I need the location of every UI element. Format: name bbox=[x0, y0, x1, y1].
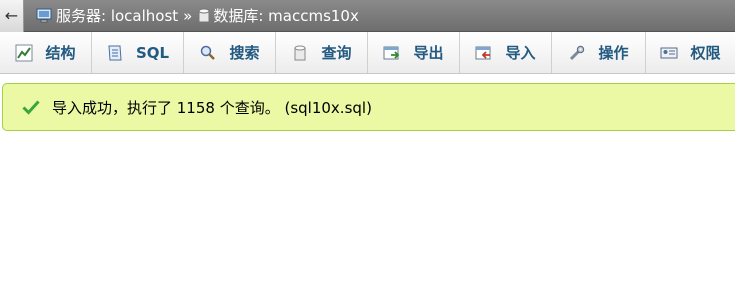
privileges-icon bbox=[660, 47, 678, 58]
tab-export-label: 导出 bbox=[413, 44, 444, 62]
checkmark-icon bbox=[22, 100, 40, 115]
tab-query-label: 查询 bbox=[321, 44, 352, 62]
query-icon bbox=[294, 45, 306, 60]
tab-search-label: 搜索 bbox=[229, 44, 260, 62]
sql-icon bbox=[108, 45, 122, 60]
server-icon bbox=[36, 8, 52, 22]
success-message: 导入成功，执行了 1158 个查询。 (sql10x.sql) bbox=[2, 83, 735, 131]
breadcrumb-server-link[interactable]: 服务器: localhost bbox=[36, 5, 178, 26]
tab-operations[interactable]: 操作 bbox=[552, 32, 646, 73]
tab-structure[interactable]: 结构 bbox=[0, 32, 92, 73]
tab-privileges[interactable]: 权限 bbox=[646, 32, 735, 73]
success-message-text: 导入成功，执行了 1158 个查询。 (sql10x.sql) bbox=[52, 98, 372, 117]
tab-import[interactable]: 导入 bbox=[460, 32, 552, 73]
tab-import-label: 导入 bbox=[505, 44, 536, 62]
tab-export[interactable]: 导出 bbox=[368, 32, 460, 73]
breadcrumb: ← 服务器: localhost » 数据库: maccms10x bbox=[0, 0, 735, 32]
main-menu: 结构 SQL 搜索 查询 导出 导入 操作 权限 bbox=[0, 32, 735, 74]
breadcrumb-server-label: 服务器: localhost bbox=[56, 7, 179, 25]
import-icon bbox=[475, 46, 491, 59]
search-icon bbox=[201, 45, 216, 60]
back-arrow-icon: ← bbox=[4, 6, 19, 25]
tab-sql[interactable]: SQL bbox=[92, 32, 184, 73]
tab-operations-label: 操作 bbox=[598, 44, 629, 62]
tab-sql-label: SQL bbox=[135, 43, 170, 62]
breadcrumb-database-label: 数据库: maccms10x bbox=[213, 7, 359, 25]
back-arrow-button[interactable]: ← bbox=[0, 0, 24, 32]
tab-structure-label: 结构 bbox=[45, 44, 76, 62]
database-icon bbox=[198, 8, 210, 22]
export-icon bbox=[383, 46, 400, 59]
tab-query[interactable]: 查询 bbox=[276, 32, 368, 73]
tab-search[interactable]: 搜索 bbox=[184, 32, 276, 73]
wrench-icon bbox=[570, 45, 585, 60]
breadcrumb-database-link[interactable]: 数据库: maccms10x bbox=[197, 5, 359, 26]
breadcrumb-separator: » bbox=[183, 6, 193, 25]
tab-privileges-label: 权限 bbox=[690, 44, 721, 62]
structure-icon bbox=[15, 44, 33, 61]
